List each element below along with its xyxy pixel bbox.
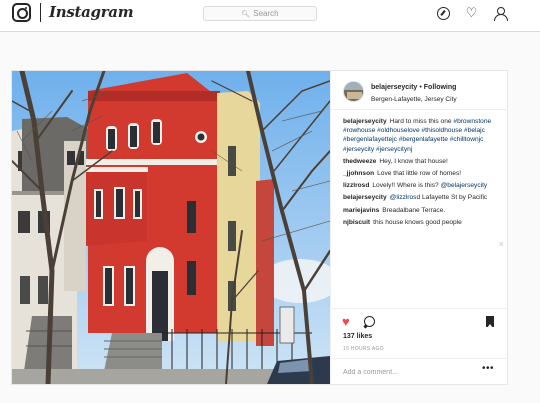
following-button[interactable]: Following [424, 84, 457, 91]
comment: belajerseycity @lizzlrosd Lafayette St by… [343, 193, 503, 202]
comment-author[interactable]: belajerseycity [343, 194, 387, 201]
more-options-icon[interactable]: ••• [482, 363, 494, 374]
hashtag[interactable]: #jerseycity [343, 146, 374, 153]
comment-author[interactable]: _jjohnson [343, 170, 374, 177]
comment: njbiscuit this house knows good people [343, 218, 503, 227]
search-placeholder: Search [253, 9, 279, 18]
hashtag[interactable]: #bergenlafayette [399, 136, 448, 143]
post-photo[interactable] [12, 71, 330, 384]
comment: lizzlrosd Lovely!! Where is this? @belaje… [343, 181, 503, 190]
comment-text: Lafayette St by Pacific [421, 194, 488, 202]
hashtag[interactable]: #jerseycitynj [376, 146, 412, 153]
comments-list: belajerseycity Hard to miss this one #bro… [343, 117, 503, 230]
comment-author[interactable]: lizzlrosd [343, 182, 369, 189]
comment-text: Hey, I know that house! [379, 157, 448, 165]
comment: _jjohnson Love that little row of homes! [343, 169, 503, 178]
post-sidebar: belajerseycity • Following Bergen-Lafayett… [330, 71, 508, 384]
author-line: belajerseycity • Following [371, 84, 456, 91]
comment-author[interactable]: njbiscuit [343, 219, 370, 226]
close-icon[interactable]: × [499, 239, 504, 249]
rowhouse-photo [12, 71, 330, 384]
caption-author[interactable]: belajerseycity [343, 118, 387, 125]
avatar[interactable] [343, 81, 364, 102]
hashtag[interactable]: #thisoldhouse [421, 127, 462, 134]
comment-text: Breadalbane Terrace. [382, 206, 446, 214]
instagram-logo-icon[interactable] [12, 3, 31, 22]
comment-author[interactable]: mariejavins [343, 207, 379, 214]
timestamp: 15 HOURS AGO [343, 346, 384, 352]
caption: belajerseycity Hard to miss this one #bro… [343, 117, 503, 154]
search-icon: 🔍︎ [241, 11, 251, 18]
top-nav: Instagram 🔍︎ Search ♡ [0, 0, 540, 32]
mention[interactable]: @lizzlrosd [390, 194, 421, 201]
comment-bubble-icon[interactable] [364, 316, 375, 327]
post-card: belajerseycity • Following Bergen-Lafayett… [11, 70, 508, 385]
instagram-wordmark[interactable]: Instagram [49, 3, 134, 21]
mention[interactable]: @belajerseycity [441, 182, 488, 189]
bookmark-icon[interactable] [486, 316, 494, 328]
separator-dot: • [419, 84, 422, 91]
location-link[interactable]: Bergen-Lafayette, Jersey City [371, 96, 457, 103]
comment-text: this house knows good people [373, 218, 462, 226]
heart-icon[interactable]: ♡ [465, 6, 478, 20]
search-input[interactable]: 🔍︎ Search [203, 6, 317, 21]
comment-text: Lovely!! Where is this? [372, 182, 439, 190]
caption-text: Hard to miss this one [389, 118, 452, 125]
add-comment-input[interactable] [343, 366, 483, 378]
comment: thedweeze Hey, I know that house! [343, 157, 503, 166]
compass-icon[interactable] [437, 7, 450, 20]
hashtag[interactable]: #bergenlafayettejc [343, 136, 397, 143]
comment: mariejavins Breadalbane Terrace. [343, 206, 503, 215]
author-username[interactable]: belajerseycity [371, 84, 417, 91]
post-header: belajerseycity • Following Bergen-Lafayett… [331, 71, 508, 110]
add-comment-bar: ••• [331, 358, 508, 384]
hashtag[interactable]: #brownstone [453, 118, 491, 125]
hashtag[interactable]: #oldhouselove [377, 127, 420, 134]
hashtag[interactable]: #chilltownjc [450, 136, 484, 143]
profile-icon[interactable] [494, 7, 508, 21]
hashtag[interactable]: #belajc [464, 127, 485, 134]
action-bar: ♥ [331, 308, 508, 328]
like-heart-icon[interactable]: ♥ [342, 315, 350, 328]
avatar-image [344, 82, 363, 101]
comment-text: Love that little row of homes! [377, 170, 462, 178]
likes-count[interactable]: 137 likes [343, 333, 372, 340]
comment-author[interactable]: thedweeze [343, 158, 376, 165]
logo-divider [40, 3, 41, 22]
hashtag[interactable]: #rowhouse [343, 127, 375, 134]
